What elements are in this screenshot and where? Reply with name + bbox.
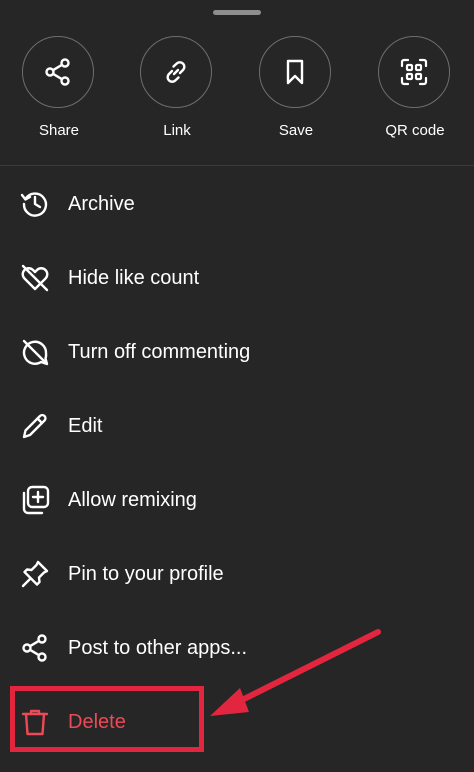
save-label: Save [278,122,314,139]
post-to-other-apps-label: Post to other apps... [68,637,247,659]
link-label: Link [163,122,191,139]
edit-option[interactable]: Edit [0,390,474,460]
share-button[interactable]: Share [0,36,118,152]
trash-icon [18,705,52,739]
edit-label: Edit [68,415,103,437]
share-label: Share [38,122,80,139]
pin-to-profile-option[interactable]: Pin to your profile [0,538,474,608]
save-button[interactable]: Save [237,36,355,152]
archive-history-icon [18,187,52,221]
delete-label: Delete [68,711,126,733]
heart-off-icon [18,261,52,295]
turn-off-commenting-label: Turn off commenting [68,341,251,363]
sheet-drag-handle[interactable] [213,10,261,15]
share-icon [18,631,52,665]
comment-off-icon [18,335,52,369]
archive-label: Archive [68,193,135,215]
qr-code-icon [378,36,450,108]
link-icon [140,36,212,108]
turn-off-commenting-option[interactable]: Turn off commenting [0,316,474,386]
hide-like-count-option[interactable]: Hide like count [0,242,474,312]
archive-option[interactable]: Archive [0,168,474,238]
post-to-other-apps-option[interactable]: Post to other apps... [0,612,474,682]
remix-icon [18,483,52,517]
section-divider [0,165,474,166]
more-options-sheet: Share Link Save QR code Archive Hide lik… [0,0,474,772]
qr-code-label: QR code [385,122,445,139]
hide-like-count-label: Hide like count [68,267,200,289]
quick-actions-row: Share Link Save QR code [0,36,474,152]
qr-code-button[interactable]: QR code [356,36,474,152]
pin-icon [18,557,52,591]
bookmark-icon [259,36,331,108]
delete-option[interactable]: Delete [0,686,474,756]
link-button[interactable]: Link [118,36,236,152]
allow-remixing-option[interactable]: Allow remixing [0,464,474,534]
share-icon [22,36,94,108]
allow-remixing-label: Allow remixing [68,489,197,511]
pin-to-profile-label: Pin to your profile [68,563,224,585]
pencil-icon [18,409,52,443]
